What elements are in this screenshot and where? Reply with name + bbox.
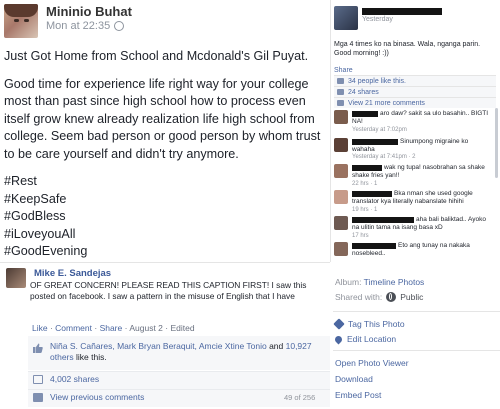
comment-text: aha bali baliktad.. Ayoko na ulitin tama… [352, 216, 486, 231]
thumbs-up-icon [33, 343, 43, 353]
comment-text: Sinumpong migraine ko wahaha [352, 138, 469, 153]
comment-avatar[interactable] [334, 190, 348, 204]
embed-post-link[interactable]: Embed Post [335, 390, 381, 400]
divider [333, 311, 500, 312]
comment-meta: Yesterday at 7:02pm [352, 127, 407, 133]
divider [333, 350, 500, 351]
panel-scrollbar[interactable] [495, 108, 498, 178]
comment-meta: Yesterday at 7:41pm · 2 [352, 154, 416, 160]
like-icon [337, 78, 344, 84]
post-date[interactable]: August 2 [129, 323, 163, 333]
public-icon [114, 21, 125, 31]
share-icon [337, 89, 344, 95]
panel-likes-row[interactable]: 34 people like this. [334, 75, 496, 86]
comment-text: Eto ang tunay na nakaka nosebleed.. [352, 242, 470, 257]
panel-timestamp: Yesterday [362, 16, 393, 23]
shares-count[interactable]: 4,002 shares [50, 374, 99, 384]
author-avatar[interactable] [4, 4, 38, 38]
share-link[interactable]: Share [100, 323, 123, 333]
like-link[interactable]: Like [32, 323, 48, 333]
download-link[interactable]: Download [335, 374, 373, 384]
comment-icon [337, 100, 344, 106]
comments-count: 49 of 256 [284, 393, 316, 402]
tag-photo-label: Tag This Photo [348, 319, 405, 329]
comment-avatar[interactable] [334, 242, 348, 256]
hashtag[interactable]: #KeepSafe [4, 191, 322, 209]
panel-shares-row[interactable]: 24 shares [334, 86, 496, 97]
location-pin-icon [333, 334, 344, 344]
shared-label: Shared with: [335, 292, 383, 302]
edited-label[interactable]: Edited [170, 323, 194, 333]
post-timestamp: Mon at 22:35 [46, 20, 125, 32]
globe-icon [386, 292, 397, 302]
comment-icon [33, 393, 43, 402]
post-paragraph-1: Just Got Home from School and Mcdonald's… [4, 49, 309, 63]
comment-text: Bka nman she used google translator kya … [352, 190, 473, 205]
share-caption: OF GREAT CONCERN! PLEASE READ THIS CAPTI… [30, 280, 307, 301]
hashtag[interactable]: #iLoveyouAll [4, 226, 322, 244]
comment-avatar[interactable] [334, 216, 348, 230]
hashtag[interactable]: #GoodEvening [4, 243, 322, 261]
panel-likes-text: 34 people like this. [348, 77, 406, 85]
sharer-avatar[interactable] [6, 268, 26, 288]
post-time-text: Mon at 22:35 [46, 20, 111, 32]
edit-location-label: Edit Location [347, 334, 397, 344]
sharer-name[interactable]: Mike E. Sandejas [34, 268, 111, 279]
likers-names[interactable]: Niña S. Cañares, Mark Bryan Beraquit, Am… [50, 341, 267, 351]
hashtag[interactable]: #Rest [4, 173, 322, 191]
panel-view-comments-text: View 21 more comments [348, 99, 425, 107]
likes-and: and [266, 341, 286, 351]
comment-text: wak ng tupa! nasobrahan sa shake shake f… [352, 164, 485, 179]
view-previous-comments[interactable]: View previous comments [50, 392, 144, 402]
comment-link[interactable]: Comment [55, 323, 92, 333]
tag-icon [333, 318, 345, 330]
post-actions: Like · Comment · Share · August 2 · Edit… [32, 323, 195, 333]
comment-meta: 19 hrs · 1 [352, 207, 378, 213]
shared-value[interactable]: Public [400, 292, 423, 302]
redacted-name [362, 8, 442, 15]
comment-meta: 17 hrs [352, 233, 369, 239]
album-link[interactable]: Timeline Photos [364, 277, 425, 287]
share-icon [33, 375, 43, 384]
edit-location-button[interactable]: Edit Location [333, 334, 397, 344]
comment-avatar[interactable] [334, 164, 348, 178]
panel-view-comments-row[interactable]: View 21 more comments [334, 97, 496, 108]
hashtag[interactable]: #GodBless [4, 208, 322, 226]
open-photo-viewer-link[interactable]: Open Photo Viewer [335, 358, 409, 368]
post-author-name[interactable]: Mininio Buhat [46, 4, 132, 19]
commenter-avatar[interactable] [334, 6, 358, 30]
album-info: Album: Timeline Photos [335, 277, 424, 287]
likes-text: Niña S. Cañares, Mark Bryan Beraquit, Am… [50, 341, 320, 363]
post-paragraph-2: Good time for experience life right way … [4, 76, 321, 161]
comment-text: aro daw? sakit sa ulo basahin.. BIGTI NA… [352, 110, 489, 125]
privacy-info: Shared with: Public [335, 292, 423, 302]
panel-share-link[interactable]: Share [334, 67, 353, 74]
post-body: Just Got Home from School and Mcdonald's… [4, 48, 322, 261]
tag-photo-button[interactable]: Tag This Photo [333, 318, 405, 330]
comment-avatar[interactable] [334, 138, 348, 152]
panel-shares-text: 24 shares [348, 88, 379, 96]
likes-suffix: like this. [73, 352, 107, 362]
album-label: Album: [335, 277, 364, 287]
panel-post-text: Mga 4 times ko na binasa. Wala, nganga p… [334, 41, 481, 57]
comment-meta: 22 hrs · 1 [352, 181, 378, 187]
comment-avatar[interactable] [334, 110, 348, 124]
